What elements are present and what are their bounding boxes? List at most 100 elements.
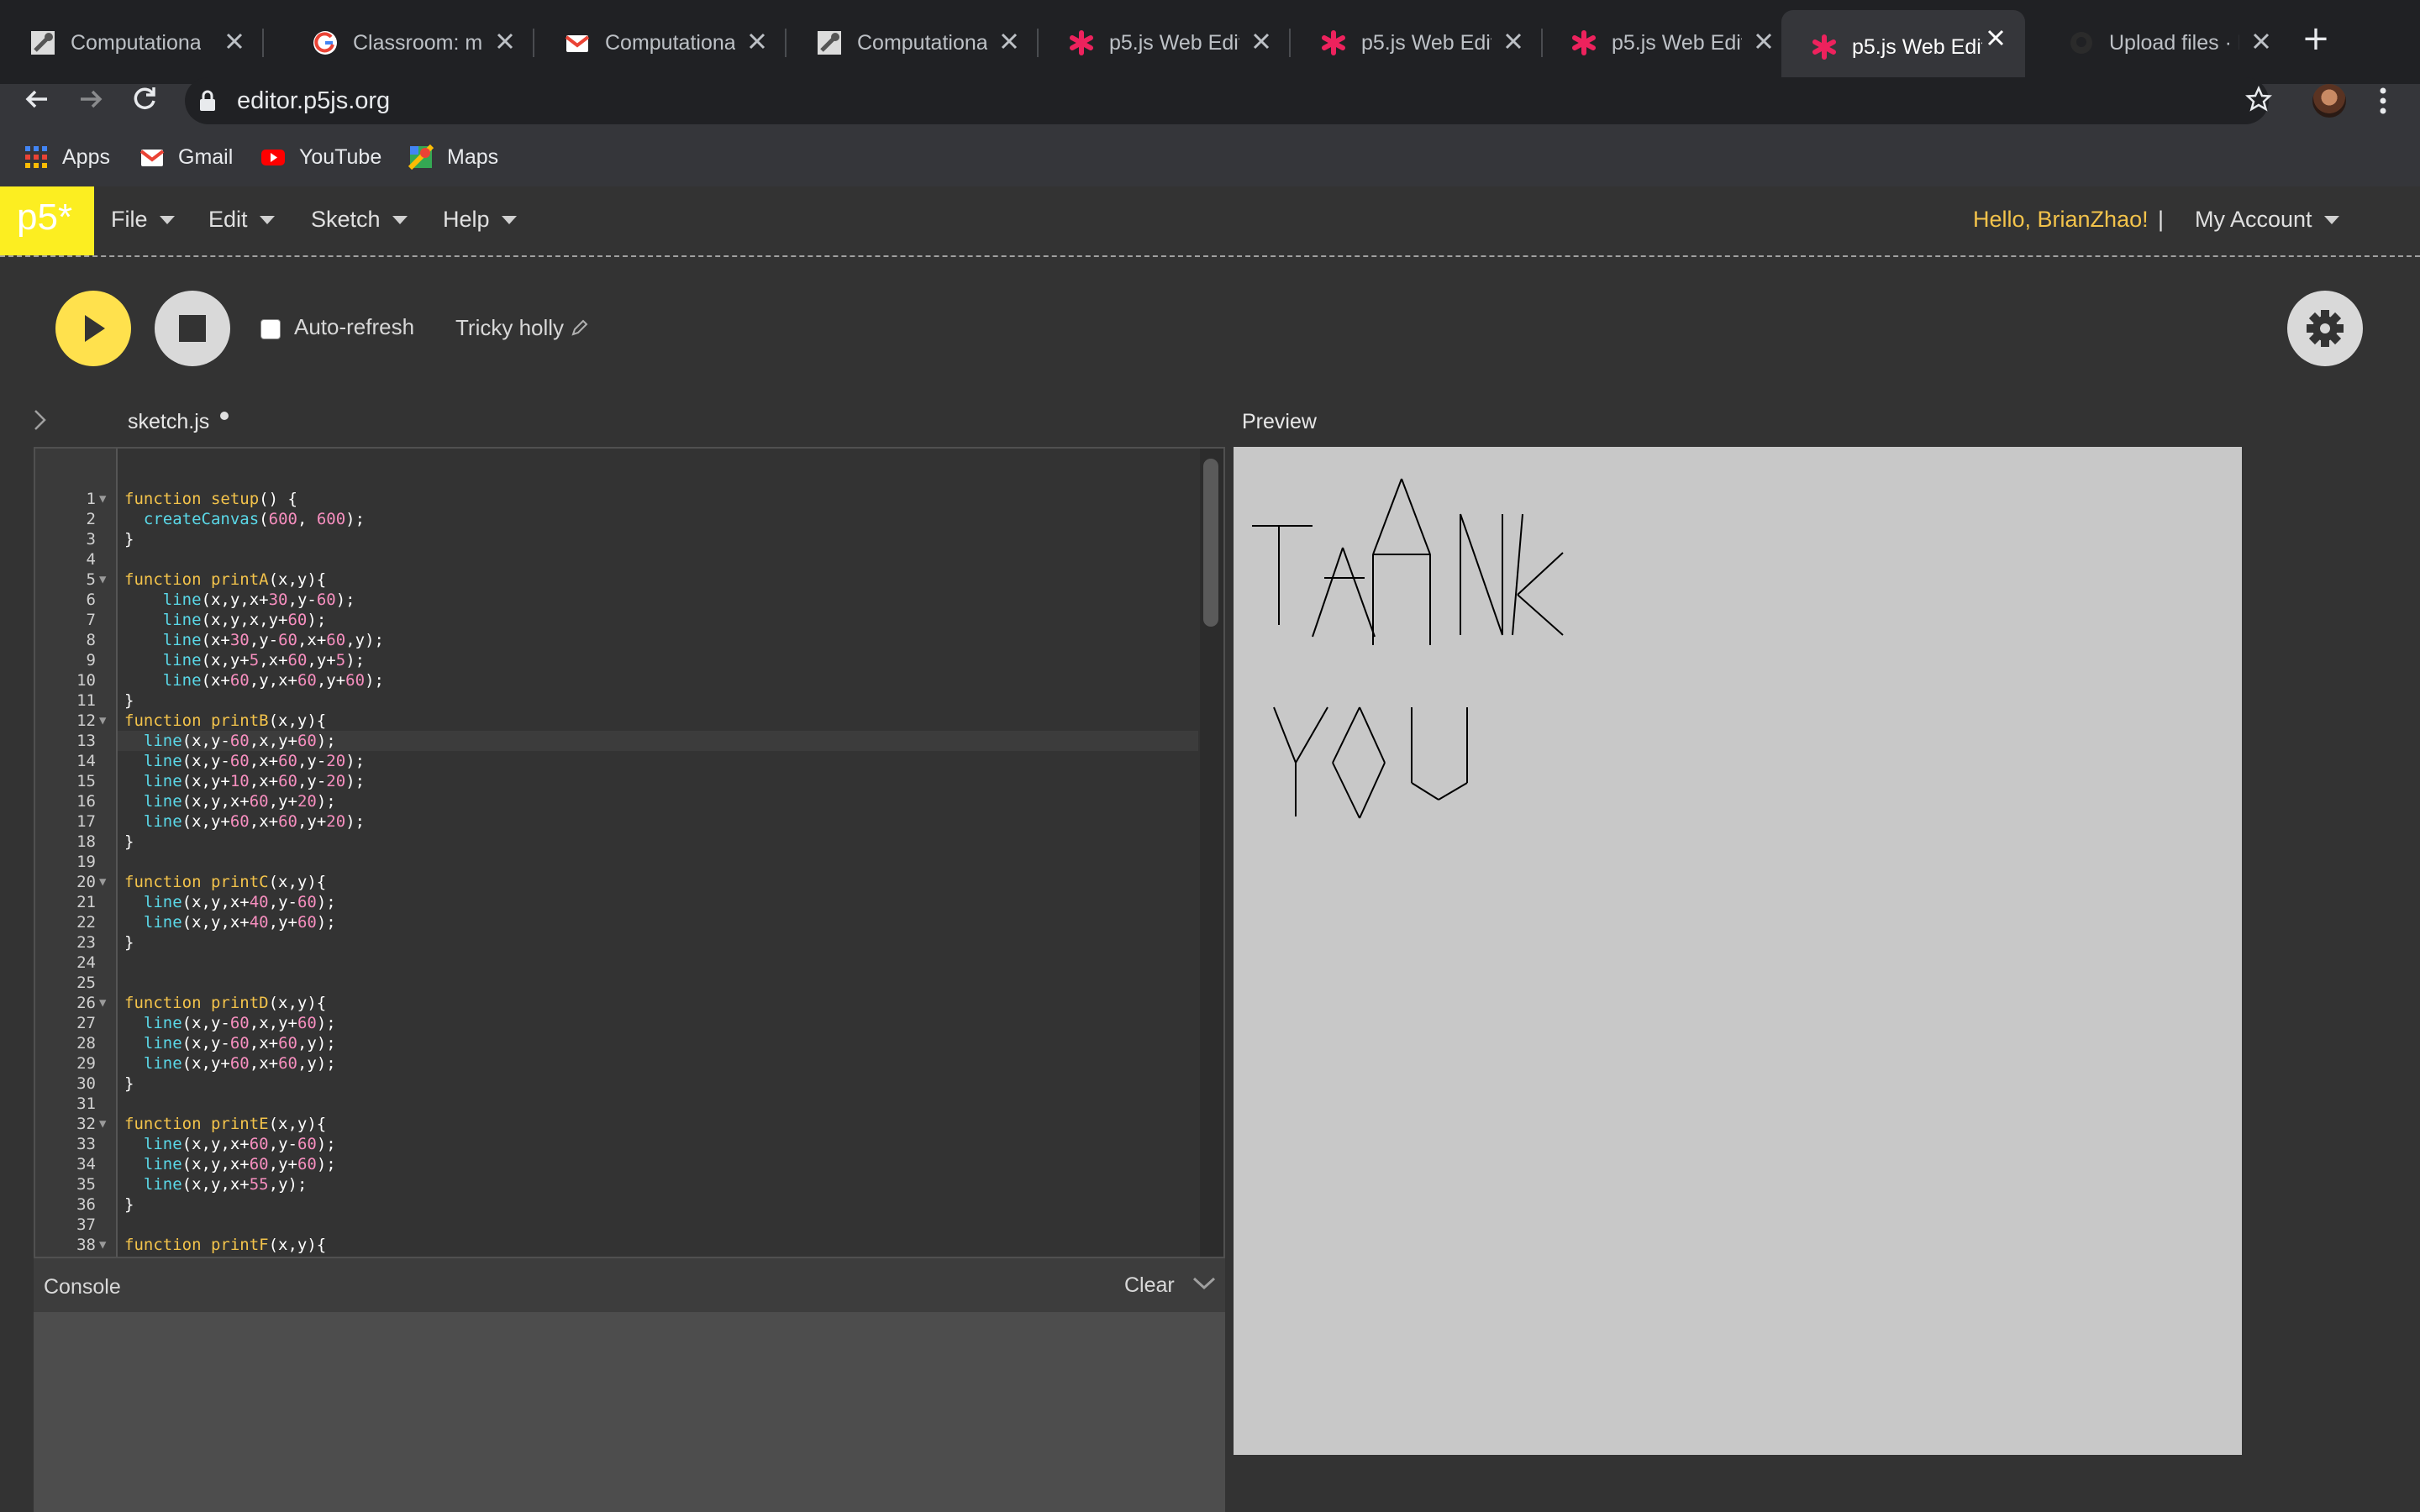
code-line[interactable]: 8 line(x+30,y-60,x+60,y); [35, 630, 1198, 650]
code-line[interactable]: 25 [35, 973, 1198, 993]
code-line[interactable]: 1 ▼ function setup() { [35, 489, 1198, 509]
fold-triangle-icon[interactable]: ▼ [99, 570, 106, 590]
reload-button[interactable] [128, 84, 161, 118]
code-line[interactable]: 36} [35, 1194, 1198, 1215]
close-tab-icon[interactable] [1249, 30, 1274, 55]
code-line[interactable]: 9 line(x,y+5,x+60,y+5); [35, 650, 1198, 670]
code-line[interactable]: 16 line(x,y,x+60,y+20); [35, 791, 1198, 811]
code-line[interactable]: 24 [35, 953, 1198, 973]
menu-edit[interactable]: Edit [208, 207, 275, 233]
browser-tab[interactable]: p5.js Web Edito [1781, 10, 2025, 84]
sketch-name-control[interactable]: Tricky holly [455, 314, 589, 341]
code-line[interactable]: 38 ▼ function printF(x,y){ [35, 1235, 1198, 1255]
code-line[interactable]: 22 line(x,y,x+40,y+60); [35, 912, 1198, 932]
code-line[interactable]: 20 ▼ function printC(x,y){ [35, 872, 1198, 892]
new-tab-button[interactable]: + [2299, 22, 2333, 55]
url-text[interactable]: editor.p5js.org [237, 87, 390, 115]
close-tab-icon[interactable] [744, 30, 770, 55]
code-line[interactable]: 31 [35, 1094, 1198, 1114]
code-line[interactable]: 26 ▼ function printD(x,y){ [35, 993, 1198, 1013]
editor-scrollbar-thumb[interactable] [1203, 459, 1218, 627]
code-line[interactable]: 12 ▼ function printB(x,y){ [35, 711, 1198, 731]
code-line[interactable]: 7 line(x,y,x,y+60); [35, 610, 1198, 630]
menu-help[interactable]: Help [443, 207, 517, 233]
code-line[interactable]: 13 line(x,y-60,x,y+60); [35, 731, 1198, 751]
line-number: 5 [86, 570, 96, 589]
tab-title: Computational [605, 30, 735, 55]
code-line[interactable]: 19 [35, 852, 1198, 872]
code-line[interactable]: 27 line(x,y-60,x,y+60); [35, 1013, 1198, 1033]
p5-asterisk-icon [1321, 30, 1346, 55]
menu-file[interactable]: File [111, 207, 175, 233]
bookmark-maps[interactable]: Maps [408, 144, 498, 170]
fold-triangle-icon[interactable]: ▼ [99, 872, 106, 892]
stop-button[interactable] [155, 291, 230, 366]
sidebar-toggle-chevron-icon[interactable] [32, 408, 49, 438]
browser-tab[interactable]: Computational [786, 13, 1039, 72]
bookmark-star-icon[interactable] [2244, 85, 2273, 116]
stop-icon [179, 315, 206, 342]
browser-tab[interactable]: p5.js Web Edito [1039, 13, 1291, 72]
fold-triangle-icon[interactable]: ▼ [99, 1235, 106, 1255]
bookmark-apps[interactable]: Apps [24, 144, 110, 170]
close-tab-icon[interactable] [2249, 30, 2274, 55]
browser-tab[interactable]: Classroom: ma [282, 13, 534, 72]
browser-tab[interactable]: Computational [534, 13, 786, 72]
code-line[interactable]: 33 line(x,y,x+60,y-60); [35, 1134, 1198, 1154]
code-line[interactable]: 6 line(x,y,x+30,y-60); [35, 590, 1198, 610]
settings-button[interactable] [2287, 291, 2363, 366]
menu-sketch[interactable]: Sketch [311, 207, 408, 233]
close-tab-icon[interactable] [222, 30, 247, 55]
auto-refresh-checkbox[interactable] [260, 319, 281, 339]
browser-tab[interactable]: p5.js Web Edito [1291, 13, 1543, 72]
code-line[interactable]: 28 line(x,y-60,x+60,y); [35, 1033, 1198, 1053]
close-tab-icon[interactable] [1983, 27, 2008, 52]
code-line[interactable]: 23} [35, 932, 1198, 953]
code-line[interactable]: 29 line(x,y+60,x+60,y); [35, 1053, 1198, 1074]
bookmark-youtube[interactable]: YouTube [260, 144, 381, 170]
code-line[interactable]: 3} [35, 529, 1198, 549]
play-button[interactable] [55, 291, 131, 366]
code-line[interactable]: 15 line(x,y+10,x+60,y-20); [35, 771, 1198, 791]
my-account-menu[interactable]: My Account [2195, 207, 2339, 233]
fold-triangle-icon[interactable]: ▼ [99, 489, 106, 509]
bookmark-gmail[interactable]: Gmail [139, 144, 233, 170]
close-tab-icon[interactable] [1501, 30, 1526, 55]
code-line[interactable]: 32 ▼ function printE(x,y){ [35, 1114, 1198, 1134]
preview-canvas[interactable] [1234, 447, 2242, 1455]
code-line[interactable]: 35 line(x,y,x+55,y); [35, 1174, 1198, 1194]
profile-avatar[interactable] [2312, 84, 2346, 118]
close-tab-icon[interactable] [1751, 30, 1776, 55]
address-bar[interactable] [185, 77, 2269, 124]
code-line[interactable]: 17 line(x,y+60,x+60,y+20); [35, 811, 1198, 832]
code-line[interactable]: 4 [35, 549, 1198, 570]
fold-triangle-icon[interactable]: ▼ [99, 993, 106, 1013]
code-line[interactable]: 37 [35, 1215, 1198, 1235]
code-line[interactable]: 14 line(x,y-60,x+60,y-20); [35, 751, 1198, 771]
canvas-line-stroke [1460, 513, 1503, 636]
close-tab-icon[interactable] [997, 30, 1022, 55]
browser-menu-icon[interactable] [2378, 86, 2388, 116]
fold-triangle-icon[interactable]: ▼ [99, 1114, 106, 1134]
code-line[interactable]: 21 line(x,y,x+40,y-60); [35, 892, 1198, 912]
code-text: } [124, 832, 134, 851]
back-button[interactable] [20, 84, 54, 118]
file-tab-sketch[interactable]: sketch.js [128, 410, 209, 434]
code-lines[interactable]: 1 ▼ function setup() {2 createCanvas(600, … [35, 489, 1198, 1255]
code-line[interactable]: 10 line(x+60,y,x+60,y+60); [35, 670, 1198, 690]
code-line[interactable]: 2 createCanvas(600, 600); [35, 509, 1198, 529]
browser-tab[interactable]: p5.js Web Edito [1541, 13, 1793, 72]
close-tab-icon[interactable] [492, 30, 518, 55]
code-line[interactable]: 18} [35, 832, 1198, 852]
code-line[interactable]: 5 ▼ function printA(x,y){ [35, 570, 1198, 590]
fold-triangle-icon[interactable]: ▼ [99, 711, 106, 731]
code-line[interactable]: 34 line(x,y,x+60,y+60); [35, 1154, 1198, 1174]
forward-button[interactable] [74, 84, 108, 118]
code-line[interactable]: 11} [35, 690, 1198, 711]
browser-tab[interactable]: Computational [0, 13, 264, 72]
console-clear-button[interactable]: Clear [1124, 1273, 1175, 1298]
console-collapse-chevron-icon[interactable] [1192, 1270, 1217, 1295]
browser-tab[interactable]: Upload files · B [2039, 13, 2291, 72]
p5-logo[interactable]: p5* [0, 186, 94, 255]
code-line[interactable]: 30} [35, 1074, 1198, 1094]
